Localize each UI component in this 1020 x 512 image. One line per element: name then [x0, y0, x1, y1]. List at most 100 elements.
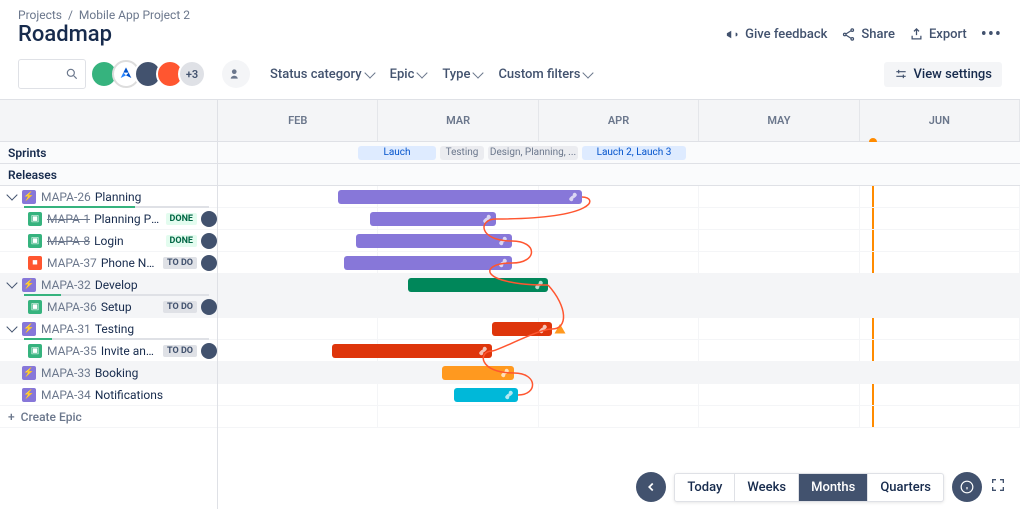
issue-key: MAPA-36: [47, 300, 97, 314]
zoom-quarters[interactable]: Quarters: [868, 474, 943, 501]
megaphone-icon: [725, 27, 740, 42]
timeline-releases-row: [218, 164, 1020, 186]
task-bar[interactable]: [356, 234, 512, 248]
timeline-sprints-row: Lauch Testing Design, Planning, ... Lauc…: [218, 142, 1020, 164]
expand-caret-icon[interactable]: [6, 321, 17, 332]
issue-key: MAPA-26: [41, 190, 91, 204]
issue-summary: Setup: [101, 300, 159, 314]
filter-epic[interactable]: Epic: [390, 67, 427, 82]
avatar-more[interactable]: +3: [178, 60, 206, 88]
export-icon: [909, 27, 924, 42]
avatar-group[interactable]: +3: [96, 60, 206, 88]
zoom-weeks[interactable]: Weeks: [735, 474, 799, 501]
add-user-icon: [229, 67, 243, 81]
assignee-avatar[interactable]: [201, 343, 217, 359]
give-feedback-button[interactable]: Give feedback: [725, 27, 827, 42]
share-button[interactable]: Share: [841, 27, 895, 42]
issue-row[interactable]: ▣MAPA-36SetupTO DO: [0, 296, 217, 318]
issue-key: MAPA-1: [47, 212, 90, 226]
link-icon: [504, 390, 514, 400]
expand-icon: [990, 477, 1006, 493]
sprint-pill[interactable]: Design, Planning, ...: [488, 146, 578, 160]
scroll-left-button[interactable]: [636, 472, 666, 502]
releases-section-header: Releases: [0, 164, 217, 186]
sprint-pill[interactable]: Lauch: [358, 146, 436, 160]
link-icon: [538, 324, 548, 334]
breadcrumb: Projects / Mobile App Project 2: [0, 0, 1020, 22]
expand-caret-icon[interactable]: [6, 189, 17, 200]
status-badge: TO DO: [163, 257, 197, 269]
filter-type[interactable]: Type: [442, 67, 482, 82]
task-bar[interactable]: [332, 344, 492, 358]
issue-row[interactable]: ▣ MAPA-35 Invite and S... TO DO: [0, 340, 217, 362]
issue-key: MAPA-8: [47, 234, 90, 248]
epic-row[interactable]: ⚡MAPA-33Booking: [0, 362, 217, 384]
epic-row[interactable]: ⚡MAPA-32Develop: [0, 274, 217, 296]
add-user-button[interactable]: [222, 60, 250, 88]
issue-key: MAPA-34: [41, 388, 91, 402]
month-column: APR: [539, 100, 699, 141]
chevron-down-icon: [417, 67, 428, 78]
epic-row[interactable]: ⚡MAPA-31Testing: [0, 318, 217, 340]
page-title: Roadmap: [18, 22, 112, 47]
assignee-avatar[interactable]: [201, 255, 217, 271]
epic-icon: ⚡: [22, 388, 36, 402]
issue-summary: Login: [94, 234, 161, 248]
filter-custom[interactable]: Custom filters: [498, 67, 592, 82]
month-column: JUN: [860, 100, 1020, 141]
assignee-avatar[interactable]: [201, 299, 217, 315]
legend-button[interactable]: [952, 472, 982, 502]
month-column: MAY: [699, 100, 859, 141]
link-icon: [498, 236, 508, 246]
view-settings-button[interactable]: View settings: [884, 62, 1002, 87]
epic-bar[interactable]: [492, 322, 552, 336]
epic-bar[interactable]: [442, 366, 514, 380]
sliders-icon: [894, 67, 908, 81]
link-icon: [482, 214, 492, 224]
link-icon: [500, 368, 510, 378]
breadcrumb-projects[interactable]: Projects: [18, 8, 62, 22]
more-menu-button[interactable]: •••: [981, 24, 1002, 45]
month-column: FEB: [218, 100, 378, 141]
export-button[interactable]: Export: [909, 27, 967, 42]
issue-row[interactable]: ▣MAPA-1Planning Proje...DONE: [0, 208, 217, 230]
sprint-pill[interactable]: Testing: [440, 146, 484, 160]
zoom-today[interactable]: Today: [675, 474, 735, 501]
assignee-avatar[interactable]: [201, 211, 217, 227]
epic-row[interactable]: ⚡MAPA-26Planning: [0, 186, 217, 208]
fullscreen-button[interactable]: [990, 477, 1006, 497]
create-epic-button[interactable]: +Create Epic: [0, 406, 217, 428]
assignee-avatar[interactable]: [201, 233, 217, 249]
issue-summary: Invite and S...: [101, 344, 159, 358]
issue-key: MAPA-37: [47, 256, 97, 270]
task-bar[interactable]: [344, 256, 512, 270]
status-badge: DONE: [166, 213, 197, 225]
issue-row[interactable]: ■ MAPA-37 Phone Num... TO DO: [0, 252, 217, 274]
warning-icon: [554, 323, 566, 335]
epic-icon: ⚡: [22, 366, 36, 380]
status-badge: DONE: [166, 235, 197, 247]
filter-status-category[interactable]: Status category: [270, 67, 374, 82]
epic-bar[interactable]: [338, 190, 582, 204]
epic-bar[interactable]: [454, 388, 518, 402]
chevron-down-icon: [364, 67, 375, 78]
status-badge: TO DO: [163, 345, 197, 357]
issue-summary: Phone Num...: [101, 256, 159, 270]
link-icon: [478, 346, 488, 356]
chevron-down-icon: [583, 67, 594, 78]
sprint-pill[interactable]: Lauch 2, Lauch 3: [582, 146, 686, 160]
task-bar[interactable]: [370, 212, 496, 226]
epic-bar[interactable]: [408, 278, 548, 292]
chevron-down-icon: [473, 67, 484, 78]
issue-row[interactable]: ▣MAPA-8LoginDONE: [0, 230, 217, 252]
zoom-months[interactable]: Months: [799, 474, 868, 501]
link-icon: [568, 192, 578, 202]
epic-row[interactable]: ⚡MAPA-34Notifications: [0, 384, 217, 406]
issue-key: MAPA-35: [47, 344, 97, 358]
search-icon: [65, 67, 79, 81]
story-icon: ▣: [28, 344, 42, 358]
search-input[interactable]: [18, 59, 86, 89]
expand-caret-icon[interactable]: [6, 277, 17, 288]
breadcrumb-project[interactable]: Mobile App Project 2: [79, 8, 190, 22]
bug-icon: ■: [28, 256, 42, 270]
